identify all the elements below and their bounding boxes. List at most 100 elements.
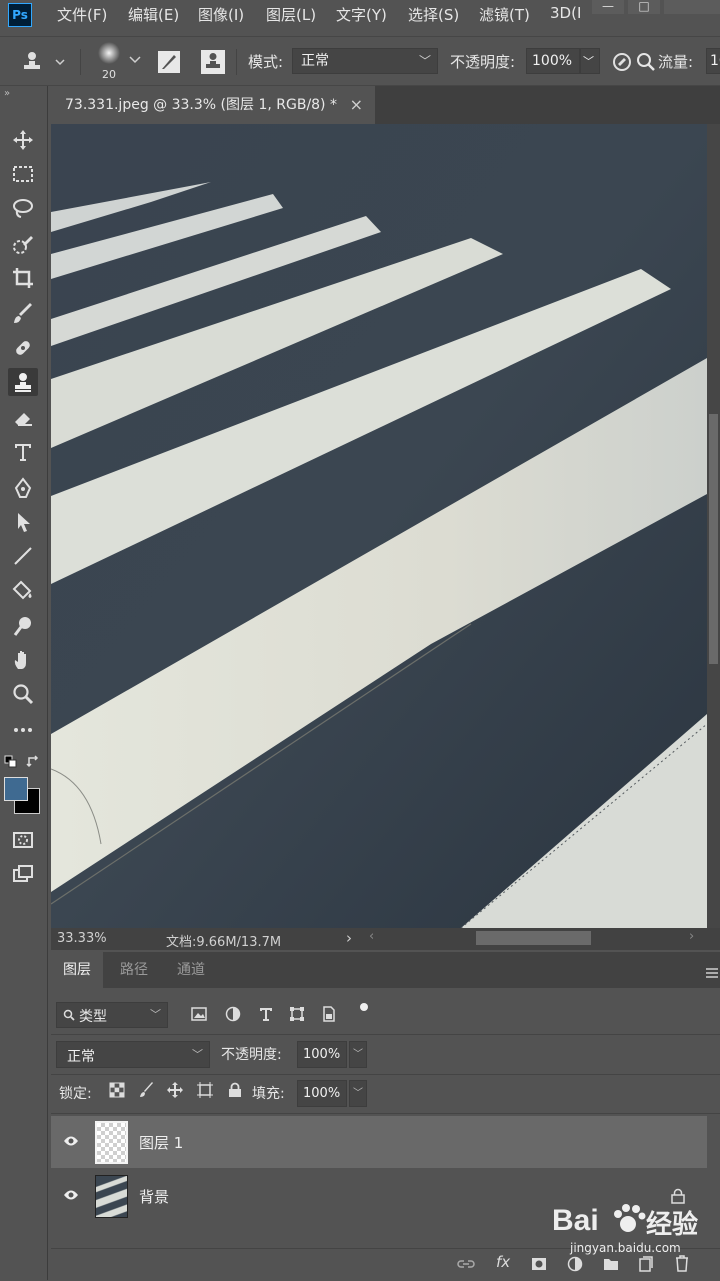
scroll-right-icon[interactable]: › xyxy=(689,929,694,944)
lock-transparent-pixels-icon[interactable] xyxy=(107,1080,127,1100)
shape-filter-icon[interactable] xyxy=(287,1004,307,1024)
status-menu-arrow[interactable]: › xyxy=(346,929,352,947)
dodge-tool-icon[interactable] xyxy=(8,612,38,640)
menu-edit[interactable]: 编辑(E) xyxy=(128,4,179,25)
layer-opacity-dropdown[interactable]: ﹀ xyxy=(349,1041,367,1068)
visibility-eye-icon[interactable] xyxy=(63,1134,79,1148)
quick-selection-tool-icon[interactable] xyxy=(8,230,38,258)
menu-layer[interactable]: 图层(L) xyxy=(266,4,316,25)
more-tools-icon[interactable] xyxy=(8,716,38,744)
adjustment-filter-icon[interactable] xyxy=(223,1004,243,1024)
hand-tool-icon[interactable] xyxy=(8,646,38,674)
paint-bucket-tool-icon[interactable] xyxy=(8,576,38,604)
zoom-tool-icon[interactable] xyxy=(8,680,38,708)
clone-source-panel-icon[interactable] xyxy=(200,49,226,79)
quick-mask-icon[interactable] xyxy=(8,826,38,854)
chevron-down-icon: ﹀ xyxy=(418,54,431,68)
pixel-filter-icon[interactable] xyxy=(189,1004,209,1024)
scroll-left-icon[interactable]: ‹ xyxy=(369,929,374,944)
document-info[interactable]: 文档:9.66M/13.7M xyxy=(166,931,281,950)
chevron-down-icon: ﹀ xyxy=(583,55,594,68)
brush-preview-icon[interactable] xyxy=(96,41,122,67)
watermark-url: jingyan.baidu.com xyxy=(570,1241,681,1255)
layer-thumbnail xyxy=(95,1175,128,1218)
menu-image[interactable]: 图像(I) xyxy=(198,4,244,25)
collapse-icon[interactable]: » xyxy=(4,88,10,99)
lock-image-pixels-icon[interactable] xyxy=(137,1080,157,1100)
close-icon[interactable]: × xyxy=(350,86,363,124)
link-layers-icon[interactable] xyxy=(457,1257,475,1271)
flow-input[interactable]: 10 xyxy=(706,48,720,74)
crosswalk-photo xyxy=(51,124,707,928)
menu-bar: Ps 文件(F) 编辑(E) 图像(I) 图层(L) 文字(Y) 选择(S) 滤… xyxy=(0,0,720,32)
document-canvas[interactable] xyxy=(51,124,707,928)
mode-select[interactable]: 正常 ﹀ xyxy=(292,48,438,74)
options-bar: 20 模式: 正常 ﹀ 不透明度: 100% ﹀ 流量: 10 xyxy=(0,36,720,86)
chevron-down-icon: ﹀ xyxy=(192,1048,203,1061)
zoom-level[interactable]: 33.33% xyxy=(57,931,107,946)
type-filter-icon[interactable] xyxy=(256,1004,276,1024)
horizontal-scroll-thumb[interactable] xyxy=(476,931,591,945)
clone-stamp-tool-icon[interactable] xyxy=(8,368,38,396)
clone-stamp-preset-icon[interactable] xyxy=(22,48,66,80)
fill-dropdown[interactable]: ﹀ xyxy=(349,1080,367,1107)
brush-dropdown-icon[interactable] xyxy=(128,51,142,70)
menu-3d[interactable]: 3D(I xyxy=(550,4,581,22)
brush-settings-panel-icon[interactable] xyxy=(157,50,181,78)
filter-toggle-icon[interactable] xyxy=(354,1000,374,1020)
document-tab[interactable]: 73.331.jpeg @ 33.3% (图层 1, RGB/8) * × xyxy=(50,86,375,124)
brush-size: 20 xyxy=(102,68,116,81)
chevron-down-icon: ﹀ xyxy=(150,1008,161,1021)
type-tool-icon[interactable] xyxy=(8,438,38,466)
mode-label: 模式: xyxy=(248,53,284,71)
tab-layers[interactable]: 图层 xyxy=(51,952,103,988)
lock-artboard-icon[interactable] xyxy=(195,1080,215,1100)
panel-menu-icon[interactable] xyxy=(705,964,719,983)
opacity-input[interactable]: 100% xyxy=(526,48,580,74)
layer-name[interactable]: 图层 1 xyxy=(139,1132,183,1153)
tab-paths[interactable]: 路径 xyxy=(108,952,160,988)
crop-tool-icon[interactable] xyxy=(8,264,38,292)
maximize-button[interactable]: □ xyxy=(628,0,660,14)
lasso-tool-icon[interactable] xyxy=(8,194,38,222)
tab-channels[interactable]: 通道 xyxy=(165,952,217,988)
menu-file[interactable]: 文件(F) xyxy=(57,4,107,25)
path-selection-tool-icon[interactable] xyxy=(8,508,38,536)
swap-colors-icon[interactable] xyxy=(26,754,40,773)
layer-row-layer1[interactable]: 图层 1 xyxy=(51,1116,707,1168)
lock-all-icon[interactable] xyxy=(225,1080,245,1100)
line-tool-icon[interactable] xyxy=(8,542,38,570)
marquee-tool-icon[interactable] xyxy=(8,160,38,188)
screen-mode-icon[interactable] xyxy=(8,860,38,888)
brush-tool-icon[interactable] xyxy=(8,300,38,328)
add-mask-icon[interactable] xyxy=(531,1257,547,1271)
menu-select[interactable]: 选择(S) xyxy=(408,4,459,25)
pressure-opacity-icon[interactable] xyxy=(612,52,632,76)
search-icon[interactable] xyxy=(636,52,656,76)
layer-name[interactable]: 背景 xyxy=(139,1186,169,1207)
fill-input[interactable]: 100% xyxy=(297,1080,347,1107)
menu-type[interactable]: 文字(Y) xyxy=(336,4,387,25)
search-icon xyxy=(63,1009,75,1021)
lock-position-icon[interactable] xyxy=(165,1080,185,1100)
vertical-scroll-thumb[interactable] xyxy=(709,414,718,664)
photoshop-logo: Ps xyxy=(8,3,32,27)
fill-label: 填充: xyxy=(252,1086,285,1102)
eraser-tool-icon[interactable] xyxy=(8,404,38,432)
visibility-eye-icon[interactable] xyxy=(63,1188,79,1202)
move-tool-icon[interactable] xyxy=(8,126,38,154)
healing-brush-tool-icon[interactable] xyxy=(8,334,38,362)
smart-object-filter-icon[interactable] xyxy=(319,1004,339,1024)
menu-filter[interactable]: 滤镜(T) xyxy=(479,4,530,25)
vertical-scrollbar[interactable] xyxy=(707,124,720,928)
close-window-button[interactable] xyxy=(664,0,720,14)
minimize-button[interactable]: — xyxy=(592,0,624,14)
layer-opacity-input[interactable]: 100% xyxy=(297,1041,347,1068)
blend-mode-select[interactable]: 正常 ﹀ xyxy=(56,1041,210,1068)
opacity-dropdown[interactable]: ﹀ xyxy=(580,48,600,74)
foreground-color-swatch[interactable] xyxy=(4,777,28,801)
default-colors-icon[interactable] xyxy=(4,754,18,773)
fx-icon[interactable]: fx xyxy=(496,1253,510,1271)
pen-tool-icon[interactable] xyxy=(8,474,38,502)
layer-filter-select[interactable]: 类型 ﹀ xyxy=(56,1002,168,1028)
